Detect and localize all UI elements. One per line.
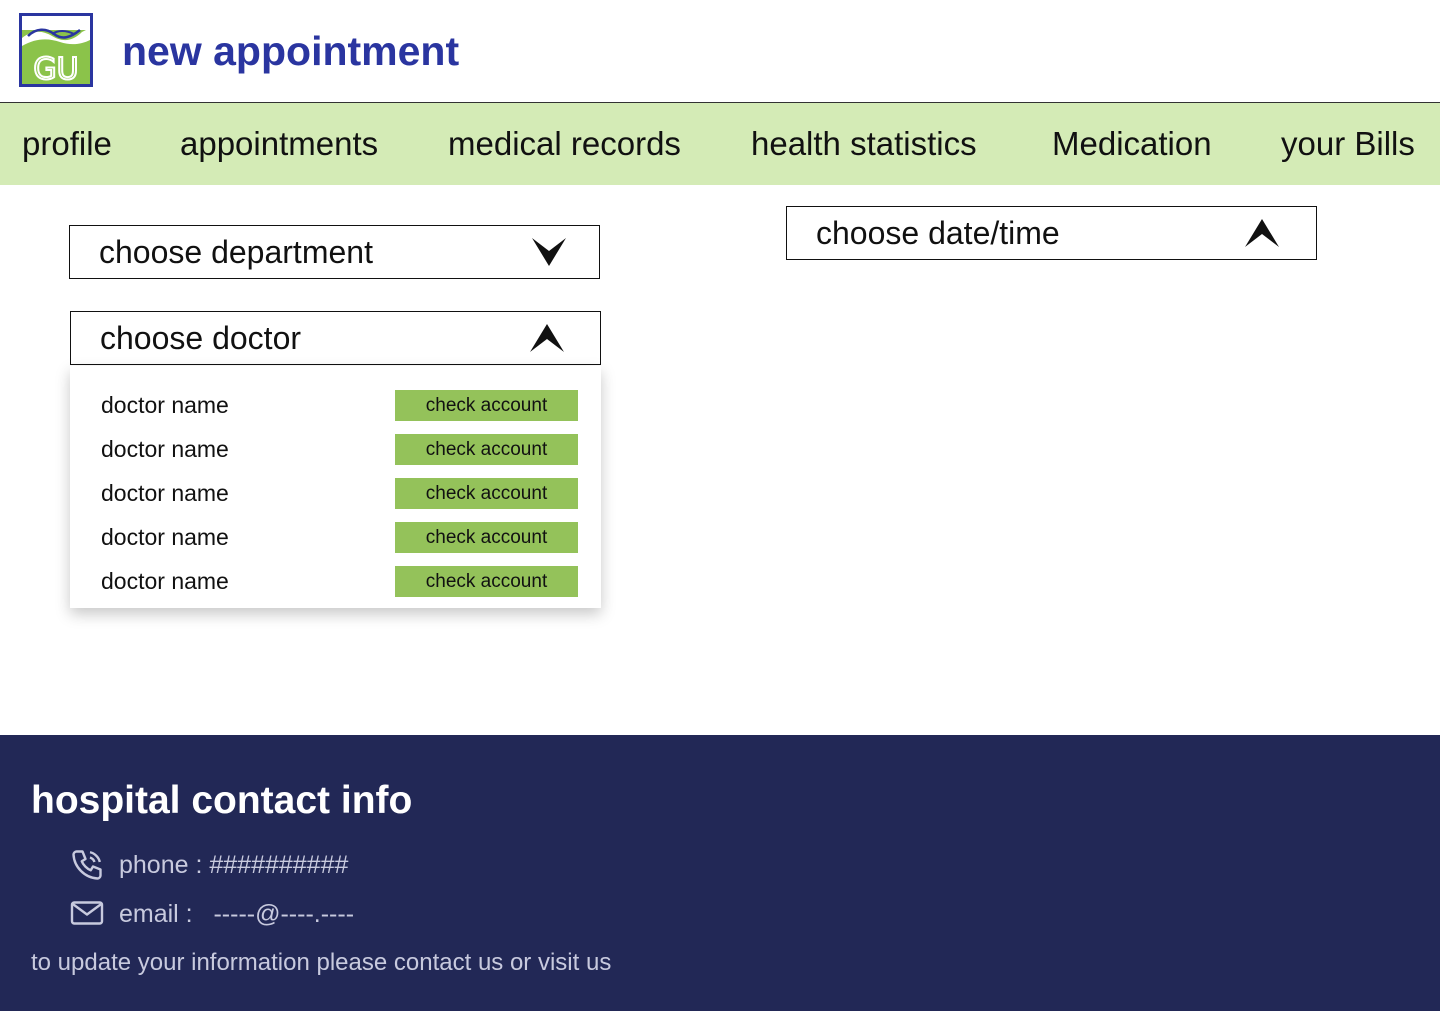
- header: GU new appointment: [0, 0, 1440, 103]
- mail-icon: [69, 895, 105, 931]
- main-nav: profile appointments medical records hea…: [0, 103, 1440, 185]
- doctor-row: doctor name check account: [70, 389, 601, 421]
- datetime-dropdown-label: choose date/time: [816, 215, 1060, 251]
- doctor-dropdown[interactable]: choose doctor: [70, 311, 601, 365]
- chevron-up-icon[interactable]: [1244, 217, 1280, 249]
- doctor-row: doctor name check account: [70, 521, 601, 553]
- doctor-dropdown-label: choose doctor: [100, 320, 302, 356]
- page-title: new appointment: [122, 28, 460, 74]
- doctor-name[interactable]: doctor name: [101, 433, 229, 465]
- footer: hospital contact info phone : ##########…: [0, 735, 1440, 1011]
- department-dropdown-label: choose department: [99, 234, 373, 270]
- doctor-name[interactable]: doctor name: [101, 565, 229, 597]
- doctor-row: doctor name check account: [70, 477, 601, 509]
- nav-item-appointments[interactable]: appointments: [180, 103, 378, 185]
- check-account-button[interactable]: check account: [395, 566, 578, 597]
- datetime-dropdown[interactable]: choose date/time: [786, 206, 1317, 260]
- email-text: email : -----@----.----: [119, 900, 355, 928]
- doctor-row: doctor name check account: [70, 565, 601, 597]
- department-dropdown[interactable]: choose department: [69, 225, 600, 279]
- nav-item-profile[interactable]: profile: [22, 103, 112, 185]
- check-account-button[interactable]: check account: [395, 522, 578, 553]
- nav-item-your-bills[interactable]: your Bills: [1281, 103, 1415, 185]
- doctor-name[interactable]: doctor name: [101, 521, 229, 553]
- logo-mark: GU: [22, 16, 90, 84]
- footer-title: hospital contact info: [31, 779, 413, 822]
- nav-item-health-statistics[interactable]: health statistics: [751, 103, 977, 185]
- phone-text: phone : ##########: [119, 851, 349, 879]
- doctor-name[interactable]: doctor name: [101, 389, 229, 421]
- nav-item-medication[interactable]: Medication: [1052, 103, 1212, 185]
- svg-text:GU: GU: [33, 52, 78, 84]
- check-account-button[interactable]: check account: [395, 478, 578, 509]
- nav-item-medical-records[interactable]: medical records: [448, 103, 681, 185]
- chevron-down-icon[interactable]: [531, 236, 567, 268]
- chevron-up-icon[interactable]: [529, 322, 565, 354]
- logo[interactable]: GU: [19, 13, 93, 87]
- doctor-row: doctor name check account: [70, 433, 601, 465]
- phone-icon: [69, 847, 105, 883]
- doctor-list: doctor name check account doctor name ch…: [70, 366, 601, 608]
- footer-note: to update your information please contac…: [31, 949, 612, 976]
- doctor-name[interactable]: doctor name: [101, 477, 229, 509]
- check-account-button[interactable]: check account: [395, 434, 578, 465]
- check-account-button[interactable]: check account: [395, 390, 578, 421]
